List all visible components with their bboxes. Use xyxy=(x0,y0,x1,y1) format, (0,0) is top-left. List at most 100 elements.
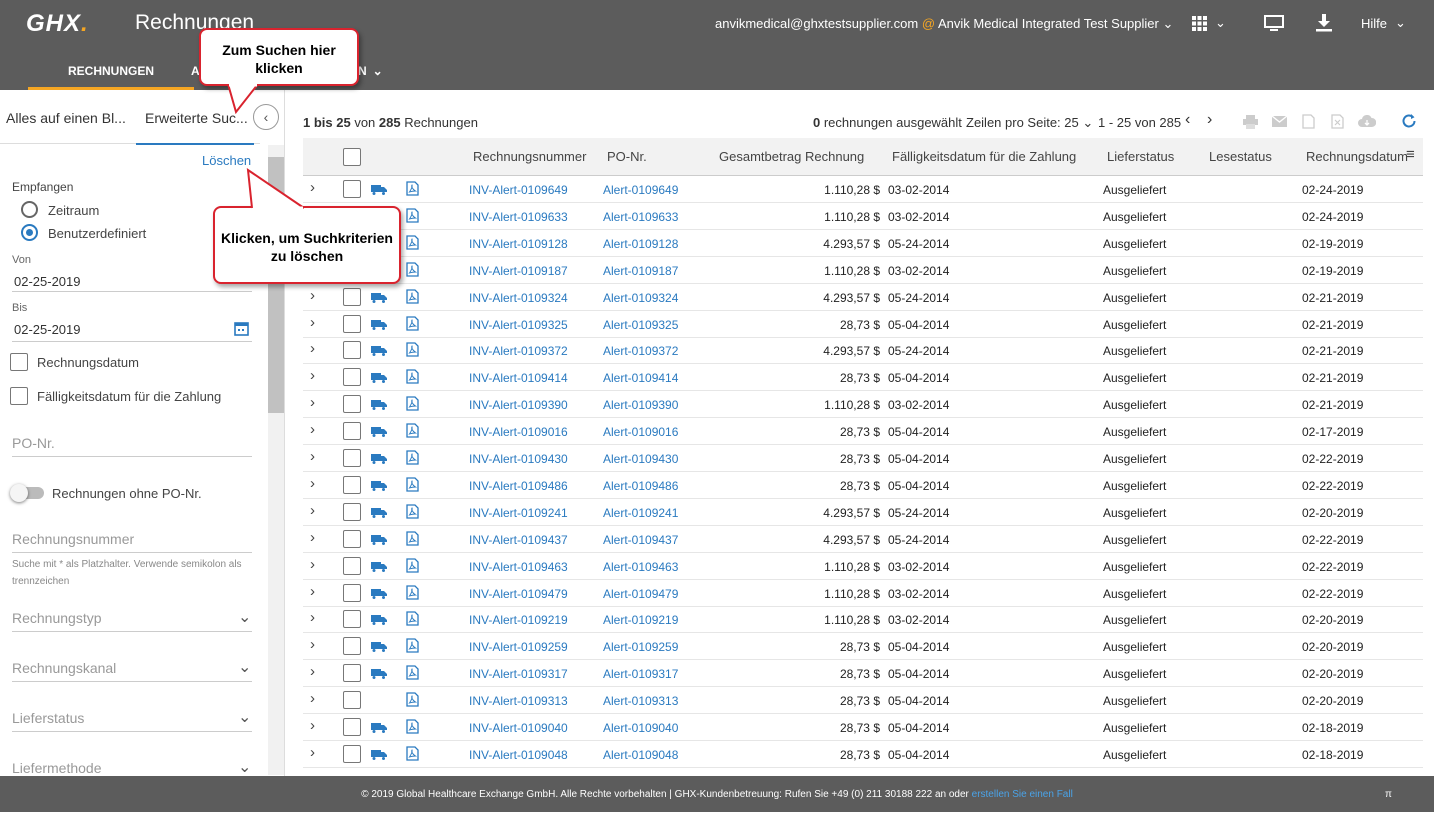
pdf-icon[interactable] xyxy=(406,423,419,438)
po-number-link[interactable]: Alert-0109128 xyxy=(603,237,678,251)
invoice-number-link[interactable]: INV-Alert-0109048 xyxy=(469,748,568,762)
po-number-link[interactable]: Alert-0109479 xyxy=(603,587,678,601)
no-po-toggle[interactable] xyxy=(10,484,44,502)
col-invoice-date[interactable]: Rechnungsdatum xyxy=(1306,149,1408,164)
due-date-checkbox[interactable] xyxy=(10,387,28,405)
pdf-icon[interactable] xyxy=(406,235,419,250)
po-number-link[interactable]: Alert-0109259 xyxy=(603,640,678,654)
print-icon[interactable] xyxy=(1243,115,1258,129)
table-row[interactable]: ›INV-Alert-0109633Alert-01096331.110,28 … xyxy=(303,203,1423,230)
pdf-icon[interactable] xyxy=(406,746,419,761)
create-case-link[interactable]: erstellen Sie einen Fall xyxy=(972,789,1073,800)
select-all-checkbox[interactable] xyxy=(343,148,361,166)
pdf-icon[interactable] xyxy=(406,181,419,196)
row-checkbox[interactable] xyxy=(343,691,361,710)
po-number-link[interactable]: Alert-0109437 xyxy=(603,533,678,547)
row-checkbox[interactable] xyxy=(343,422,361,441)
po-number-link[interactable]: Alert-0109633 xyxy=(603,210,678,224)
delivery-method-dropdown[interactable]: Liefermethode ⌄ xyxy=(12,754,252,776)
expand-row-icon[interactable]: › xyxy=(310,529,315,546)
invoice-number-link[interactable]: INV-Alert-0109486 xyxy=(469,479,568,493)
user-menu[interactable]: anvikmedical@ghxtestsupplier.com @ Anvik… xyxy=(715,16,1173,32)
expand-row-icon[interactable]: › xyxy=(310,609,315,626)
expand-row-icon[interactable]: › xyxy=(310,394,315,411)
expand-row-icon[interactable]: › xyxy=(310,636,315,653)
row-checkbox[interactable] xyxy=(343,502,361,521)
tab-advanced-search[interactable]: Erweiterte Suc... xyxy=(136,110,254,145)
column-menu-icon[interactable]: ≡ xyxy=(1406,146,1415,163)
row-checkbox[interactable] xyxy=(343,610,361,629)
expand-row-icon[interactable]: › xyxy=(310,448,315,465)
row-checkbox[interactable] xyxy=(343,583,361,602)
table-row[interactable]: › INV-Alert-0109414 Alert-0109414 28,73 $ 05… xyxy=(303,364,1423,392)
table-row[interactable]: › INV-Alert-0109317 Alert-0109317 28,73 $ 05… xyxy=(303,660,1423,688)
invoice-number-link[interactable]: INV-Alert-0109479 xyxy=(469,587,568,601)
po-number-link[interactable]: Alert-0109241 xyxy=(603,506,678,520)
pdf-icon[interactable] xyxy=(406,692,419,707)
pdf-icon[interactable] xyxy=(406,638,419,653)
invoice-number-input[interactable]: Rechnungsnummer xyxy=(12,526,252,553)
invoice-number-link[interactable]: INV-Alert-0109325 xyxy=(469,318,568,332)
po-number-link[interactable]: Alert-0109324 xyxy=(603,291,678,305)
col-delivery-status[interactable]: Lieferstatus xyxy=(1107,149,1174,164)
cloud-download-icon[interactable] xyxy=(1358,115,1376,128)
invoice-number-link[interactable]: INV-Alert-0109649 xyxy=(469,183,568,197)
po-number-link[interactable]: Alert-0109390 xyxy=(603,398,678,412)
po-number-link[interactable]: Alert-0109463 xyxy=(603,560,678,574)
pdf-icon[interactable] xyxy=(406,477,419,492)
table-row[interactable]: › INV-Alert-0109324 Alert-0109324 4.293,57 … xyxy=(303,284,1423,311)
table-row[interactable]: › INV-Alert-0109259 Alert-0109259 28,73 $ 05… xyxy=(303,633,1423,661)
table-row[interactable]: › INV-Alert-0109430 Alert-0109430 28,73 $ 05… xyxy=(303,445,1423,472)
pdf-icon[interactable] xyxy=(406,342,419,358)
expand-row-icon[interactable]: › xyxy=(310,502,315,519)
invoice-number-link[interactable]: INV-Alert-0109463 xyxy=(469,560,568,574)
row-checkbox[interactable] xyxy=(343,744,361,763)
to-date-field[interactable]: 02-25-2019 xyxy=(12,316,252,342)
invoice-number-link[interactable]: INV-Alert-0109128 xyxy=(469,237,568,251)
pdf-icon[interactable] xyxy=(406,262,419,277)
table-row[interactable]: › INV-Alert-0109463 Alert-0109463 1.110,28 … xyxy=(303,553,1423,580)
po-number-link[interactable]: Alert-0109649 xyxy=(603,183,678,197)
ghx-logo[interactable]: GHX. xyxy=(26,10,89,38)
row-checkbox[interactable] xyxy=(343,368,361,387)
row-checkbox[interactable] xyxy=(343,718,361,736)
table-row[interactable]: › INV-Alert-0109313 Alert-0109313 28,73 $ 05… xyxy=(303,687,1423,715)
table-row[interactable]: › INV-Alert-0109016 Alert-0109016 28,73 $ 05… xyxy=(303,418,1423,446)
invoice-number-link[interactable]: INV-Alert-0109016 xyxy=(469,425,568,439)
apps-grid-icon[interactable]: ⌄ xyxy=(1192,12,1226,34)
po-number-link[interactable]: Alert-0109486 xyxy=(603,479,678,493)
pdf-icon[interactable] xyxy=(406,288,419,304)
invoice-number-link[interactable]: INV-Alert-0109324 xyxy=(469,291,568,305)
rows-per-page-select[interactable]: Zeilen pro Seite: 25 ⌄ xyxy=(966,115,1093,131)
pdf-icon[interactable] xyxy=(406,208,419,223)
invoice-number-link[interactable]: INV-Alert-0109219 xyxy=(469,613,568,627)
row-checkbox[interactable] xyxy=(343,556,361,575)
row-checkbox[interactable] xyxy=(343,341,361,360)
col-po-number[interactable]: PO-Nr. xyxy=(607,149,647,164)
radio-benutzerdefiniert[interactable] xyxy=(21,224,38,241)
delivery-status-dropdown[interactable]: Lieferstatus ⌄ xyxy=(12,704,252,732)
pdf-export-icon[interactable] xyxy=(1302,114,1315,129)
expand-row-icon[interactable]: › xyxy=(310,287,315,304)
expand-row-icon[interactable]: › xyxy=(310,583,315,600)
table-row[interactable]: › INV-Alert-0109486 Alert-0109486 28,73 $ 05… xyxy=(303,472,1423,499)
po-number-link[interactable]: Alert-0109372 xyxy=(603,344,678,358)
invoice-number-link[interactable]: INV-Alert-0109372 xyxy=(469,344,568,358)
invoice-number-link[interactable]: INV-Alert-0109430 xyxy=(469,452,568,466)
pdf-icon[interactable] xyxy=(406,531,419,546)
pdf-icon[interactable] xyxy=(406,315,419,331)
clear-link[interactable]: Löschen xyxy=(202,153,251,168)
expand-row-icon[interactable]: › xyxy=(310,475,315,492)
row-checkbox[interactable] xyxy=(343,637,361,656)
invoice-date-checkbox[interactable] xyxy=(10,353,28,371)
po-input[interactable]: PO-Nr. xyxy=(12,430,252,457)
invoice-number-link[interactable]: INV-Alert-0109187 xyxy=(469,264,568,278)
pdf-icon[interactable] xyxy=(406,504,419,519)
refresh-icon[interactable] xyxy=(1401,113,1417,129)
po-number-link[interactable]: Alert-0109219 xyxy=(603,613,678,627)
invoice-number-link[interactable]: INV-Alert-0109414 xyxy=(469,371,568,385)
expand-row-icon[interactable]: › xyxy=(310,717,315,734)
po-number-link[interactable]: Alert-0109430 xyxy=(603,452,678,466)
row-checkbox[interactable] xyxy=(343,287,361,306)
po-number-link[interactable]: Alert-0109016 xyxy=(603,425,678,439)
